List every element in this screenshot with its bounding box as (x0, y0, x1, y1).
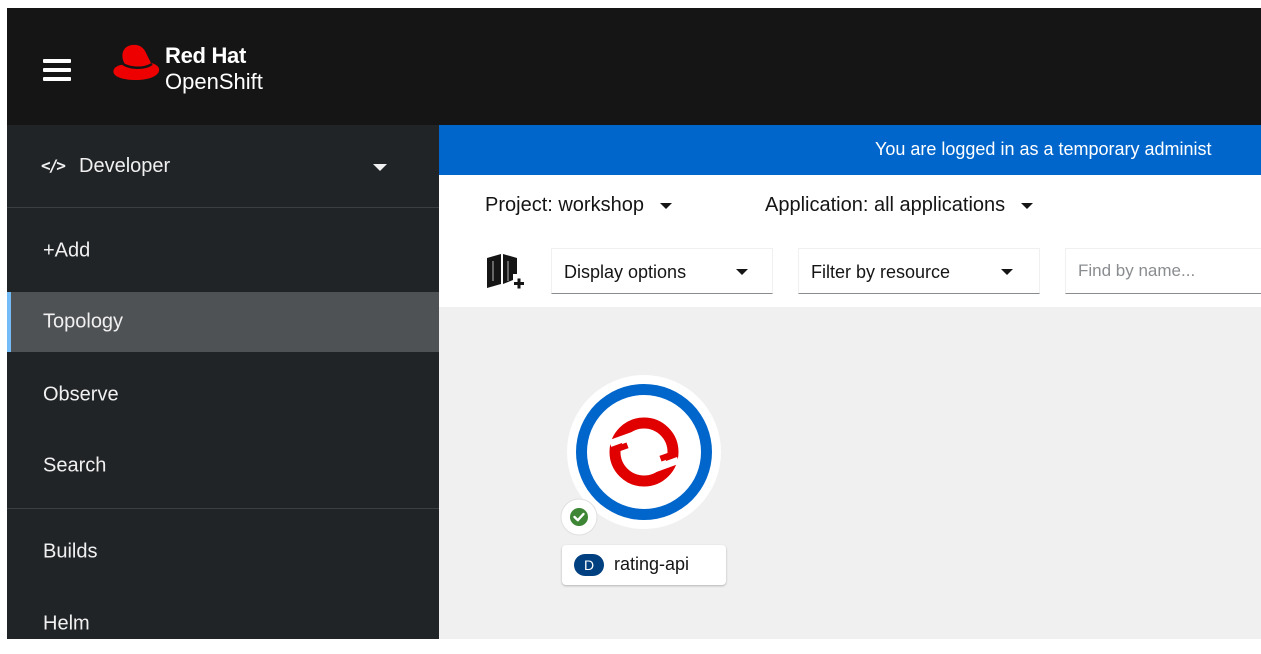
node-name: rating-api (614, 554, 690, 574)
quick-start-book-icon[interactable] (485, 252, 525, 297)
caret-down-icon (659, 202, 672, 209)
perspective-label: Developer (79, 155, 171, 177)
sidebar-item-label: Search (43, 454, 107, 477)
brand-logo[interactable]: Red Hat OpenShift (111, 38, 311, 100)
node-label[interactable]: D rating-api (562, 545, 726, 585)
masthead: Red Hat OpenShift (7, 8, 1261, 125)
caret-down-icon (1021, 202, 1034, 209)
display-options-dropdown[interactable]: Display options (551, 248, 773, 294)
caret-down-icon (1001, 269, 1013, 275)
caret-down-icon (373, 164, 387, 171)
red-hat-logo (113, 44, 160, 80)
sidebar-item-label: +Add (43, 239, 91, 262)
sidebar-item-builds[interactable]: Builds (7, 522, 439, 582)
project-dropdown-label: Project: workshop (485, 194, 644, 216)
topology-canvas[interactable]: D rating-api (439, 307, 1261, 639)
sidebar-item-label: Topology (43, 310, 124, 333)
application-dropdown-label: Application: all applications (765, 194, 1006, 216)
project-bar: Project: workshop Application: all appli… (439, 175, 1261, 238)
filter-by-resource-label: Filter by resource (811, 262, 951, 282)
project-dropdown[interactable]: Project: workshop (485, 194, 672, 217)
sidebar-item-topology[interactable]: Topology (7, 292, 439, 352)
sidebar-divider (7, 508, 439, 509)
sidebar-item-observe[interactable]: Observe (7, 365, 439, 425)
sidebar-item-label: Builds (43, 540, 98, 563)
sidebar-item-add[interactable]: +Add (7, 221, 439, 281)
code-icon: </> (41, 156, 66, 175)
deployment-badge: D (574, 554, 604, 576)
find-by-name-input[interactable] (1065, 248, 1261, 294)
brand-openshift-text: OpenShift (165, 69, 263, 94)
sidebar-item-label: Helm (43, 612, 90, 635)
topology-toolbar: Display options Filter by resource (439, 237, 1261, 308)
admin-banner: You are logged in as a temporary adminis… (439, 125, 1261, 175)
display-options-label: Display options (564, 262, 687, 282)
hamburger-icon[interactable] (41, 55, 73, 85)
banner-text: You are logged in as a temporary adminis… (875, 139, 1212, 159)
sidebar: </> Developer +Add Topology Observe Sear… (7, 125, 439, 639)
sidebar-item-helm[interactable]: Helm (7, 594, 439, 654)
sidebar-item-label: Observe (43, 383, 119, 406)
perspective-switcher[interactable]: </> Developer (7, 125, 439, 208)
brand-red-hat-text: Red Hat (165, 43, 247, 68)
filter-by-resource-dropdown[interactable]: Filter by resource (798, 248, 1040, 294)
sidebar-item-search[interactable]: Search (7, 436, 439, 496)
status-success-icon[interactable] (559, 497, 599, 537)
caret-down-icon (736, 269, 748, 275)
application-dropdown[interactable]: Application: all applications (765, 194, 1034, 217)
